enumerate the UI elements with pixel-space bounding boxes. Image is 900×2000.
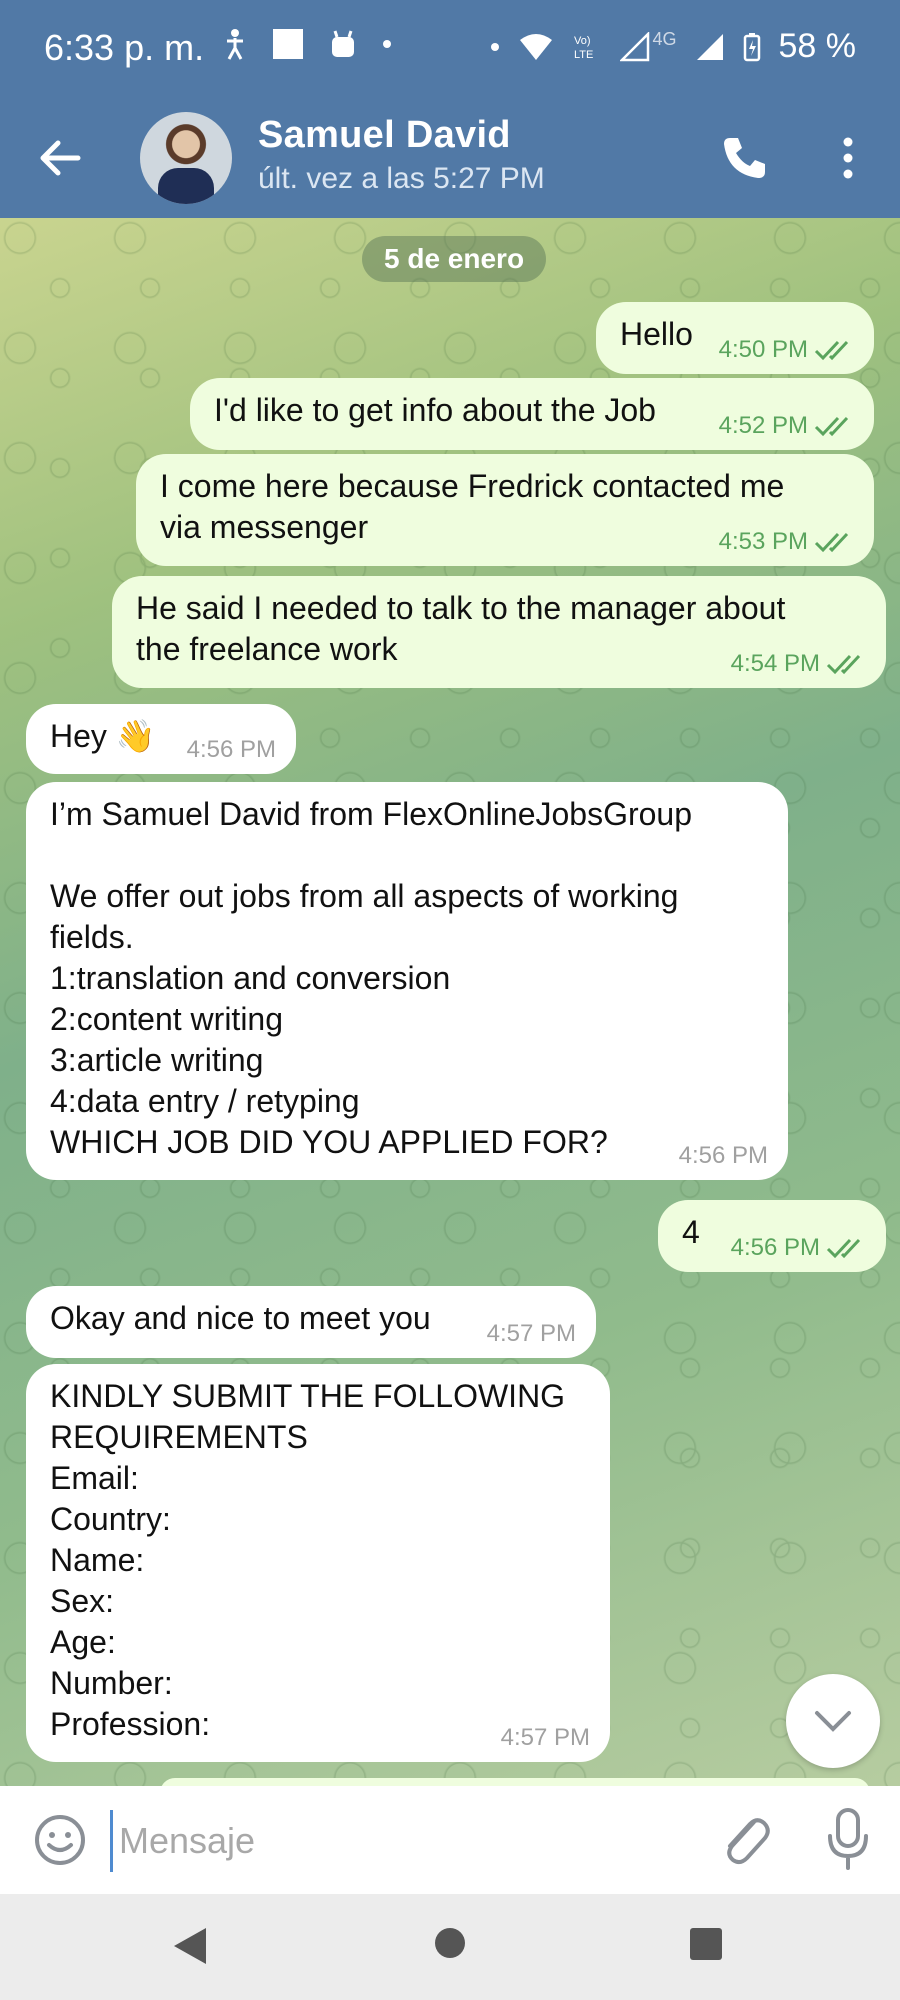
message-text: KINDLY SUBMIT THE FOLLOWING REQUIREMENTS… — [50, 1378, 566, 1742]
avatar[interactable] — [140, 112, 232, 204]
wifi-icon — [520, 33, 553, 60]
network-type-label: 4G — [652, 29, 677, 49]
message-text: Okay and nice to meet you — [50, 1300, 431, 1336]
square-icon — [273, 29, 303, 59]
signal-icon — [696, 33, 723, 60]
message-bubble-incoming[interactable]: KINDLY SUBMIT THE FOLLOWING REQUIREMENTS… — [26, 1364, 610, 1762]
battery-percent: 58 % — [778, 27, 857, 65]
battery-charging-icon — [743, 32, 760, 61]
double-check-icon — [814, 416, 849, 437]
message-time: 4:57 PM — [486, 1320, 576, 1347]
svg-text:Vo): Vo) — [574, 35, 591, 47]
message-text: He said I needed to talk to the manager … — [136, 590, 786, 667]
message-meta: 4:57 PM — [487, 1320, 576, 1348]
message-bubble-outgoing[interactable]: 4 4:56 PM — [658, 1200, 886, 1272]
volte-icon: Vo) LTE — [574, 35, 593, 61]
app-notification-icon — [332, 30, 354, 57]
message-bubble-incoming[interactable]: Okay and nice to meet you 4:57 PM — [26, 1286, 596, 1358]
message-text: Hey 👋 — [50, 718, 156, 754]
contact-last-seen: últ. vez a las 5:27 PM — [258, 162, 545, 195]
message-text: 4 — [682, 1214, 700, 1250]
message-input[interactable] — [110, 1810, 701, 1872]
message-bubble-incoming[interactable]: I’m Samuel David from FlexOnlineJobsGrou… — [26, 782, 788, 1180]
message-time: 4:56 PM — [730, 1234, 820, 1261]
microphone-icon[interactable] — [818, 1806, 878, 1874]
message-text: I'd like to get info about the Job — [214, 392, 656, 428]
nav-back-icon[interactable] — [172, 1926, 208, 1966]
message-bubble-outgoing[interactable]: I come here because Fredrick contacted m… — [136, 454, 874, 566]
message-meta: 4:52 PM — [719, 412, 854, 440]
message-meta: 4:50 PM — [719, 336, 854, 364]
double-check-icon — [826, 1238, 861, 1259]
message-text: Hello — [620, 316, 693, 352]
scroll-to-bottom-button[interactable] — [786, 1674, 880, 1768]
message-meta: 4:56 PM — [187, 736, 276, 764]
message-time: 4:54 PM — [730, 650, 820, 677]
message-time: 4:56 PM — [186, 736, 276, 763]
dot-icon — [383, 40, 391, 48]
message-meta: 4:57 PM — [501, 1724, 590, 1752]
accessibility-icon — [227, 29, 243, 60]
date-divider: 5 de enero — [362, 236, 547, 282]
message-meta: 4:56 PM — [679, 1142, 768, 1170]
message-bubble-outgoing[interactable]: Hello 4:50 PM — [596, 302, 874, 374]
chat-area[interactable]: 5 de enero Hello 4:50 PM I'd like to get… — [0, 218, 900, 1786]
message-meta: 4:53 PM — [719, 528, 854, 556]
double-check-icon — [826, 654, 861, 675]
chevron-down-icon — [815, 1711, 851, 1732]
emoji-icon[interactable] — [30, 1810, 90, 1870]
message-time: 4:50 PM — [718, 336, 808, 363]
back-arrow-icon[interactable] — [32, 128, 92, 188]
message-time: 4:53 PM — [718, 528, 808, 555]
system-navigation-bar — [0, 1894, 900, 2000]
message-text: I come here because Fredrick contacted m… — [160, 468, 785, 545]
double-check-icon — [814, 340, 849, 361]
message-bubble-outgoing[interactable]: I'd like to get info about the Job 4:52 … — [190, 378, 874, 450]
message-bubble-outgoing[interactable]: He said I needed to talk to the manager … — [112, 576, 886, 688]
message-bubble-partial — [160, 1778, 870, 1786]
attach-icon[interactable] — [714, 1808, 774, 1872]
message-meta: 4:56 PM — [731, 1234, 866, 1262]
signal-icon — [620, 31, 650, 61]
message-time: 4:57 PM — [500, 1724, 590, 1751]
nav-home-icon[interactable] — [435, 1928, 465, 1958]
svg-text:LTE: LTE — [574, 49, 593, 61]
status-left-icons — [224, 28, 392, 60]
more-options-icon[interactable] — [828, 130, 868, 186]
message-composer — [0, 1786, 900, 1894]
phone-call-icon[interactable] — [716, 130, 772, 186]
contact-name[interactable]: Samuel David — [258, 114, 511, 157]
message-meta: 4:54 PM — [731, 650, 866, 678]
message-bubble-incoming[interactable]: Hey 👋 4:56 PM — [26, 704, 296, 774]
chat-header: Samuel David últ. vez a las 5:27 PM — [0, 100, 900, 218]
nav-recents-icon[interactable] — [690, 1928, 722, 1960]
message-time: 4:56 PM — [678, 1142, 768, 1169]
message-time: 4:52 PM — [718, 412, 808, 439]
double-check-icon — [814, 532, 849, 553]
status-time: 6:33 p. m. — [44, 27, 205, 68]
status-bar: 6:33 p. m. Vo) LTE 4G 58 % — [0, 0, 900, 100]
message-text: I’m Samuel David from FlexOnlineJobsGrou… — [50, 796, 693, 1160]
status-right-icons: Vo) LTE 4G 58 % — [490, 27, 856, 66]
dot-icon — [491, 42, 500, 51]
